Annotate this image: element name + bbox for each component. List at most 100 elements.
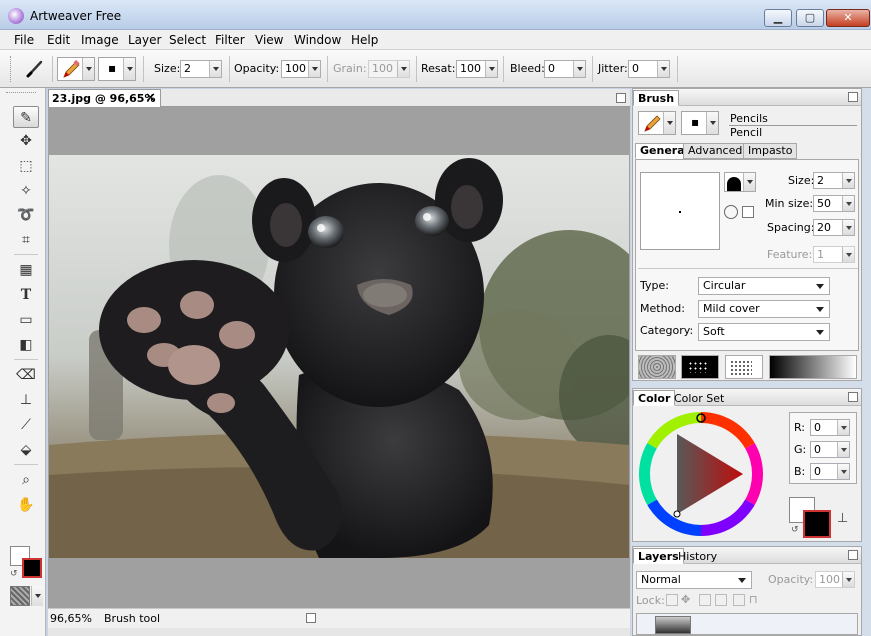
category-dropdown[interactable]: Soft: [698, 323, 830, 341]
resat-value: 100: [460, 62, 481, 75]
clone-stamp-tool[interactable]: ⊥: [13, 389, 39, 411]
document-tab[interactable]: 23.jpg @ 96,65% ✕: [48, 89, 161, 107]
color-picker-stamp-icon[interactable]: ⊥: [837, 511, 848, 526]
dab-pattern-picker[interactable]: [725, 355, 763, 379]
chevron-down-icon[interactable]: [209, 61, 221, 77]
menu-layer[interactable]: Layer: [128, 33, 161, 47]
chevron-down-icon[interactable]: [308, 61, 320, 77]
chevron-down-icon[interactable]: [485, 61, 497, 77]
canvas-image[interactable]: [49, 155, 659, 558]
close-document-icon[interactable]: ✕: [145, 90, 156, 107]
chevron-down-icon[interactable]: [837, 464, 849, 479]
magic-wand-tool[interactable]: ✧: [13, 180, 39, 202]
zoom-level[interactable]: 96,65%: [50, 612, 92, 625]
spacing-field[interactable]: 20: [813, 219, 855, 236]
chevron-down-icon[interactable]: [657, 61, 669, 77]
chevron-down-icon[interactable]: [842, 196, 854, 211]
toolbox-grip[interactable]: [6, 92, 36, 102]
brush-panel-tab[interactable]: Brush: [633, 90, 680, 106]
document-menu-icon[interactable]: [616, 93, 626, 103]
brush-category-picker[interactable]: [638, 111, 676, 135]
size-field[interactable]: 2: [180, 60, 222, 78]
blend-mode-dropdown[interactable]: Normal: [636, 571, 752, 589]
close-button[interactable]: ✕: [826, 9, 870, 27]
crop-tool[interactable]: ⌗: [13, 229, 39, 251]
eraser-tool[interactable]: ⌫: [13, 364, 39, 386]
tab-history[interactable]: History: [673, 548, 722, 564]
brush-preset-picker[interactable]: [57, 57, 95, 81]
chevron-down-icon[interactable]: [123, 58, 135, 80]
tab-impasto[interactable]: Impasto: [743, 143, 798, 159]
method-dropdown[interactable]: Mild cover: [698, 300, 830, 318]
tab-color-set[interactable]: Color Set: [669, 390, 729, 406]
chevron-down-icon[interactable]: [837, 442, 849, 457]
type-dropdown[interactable]: Circular: [698, 277, 830, 295]
chevron-down-icon[interactable]: [706, 112, 718, 134]
red-field[interactable]: 0: [810, 419, 850, 436]
green-field[interactable]: 0: [810, 441, 850, 458]
menu-view[interactable]: View: [255, 33, 283, 47]
zoom-tool[interactable]: ⌕: [13, 469, 39, 491]
perspective-tool[interactable]: ▦: [13, 259, 39, 281]
menu-edit[interactable]: Edit: [47, 33, 70, 47]
minimize-button[interactable]: ▁: [764, 9, 792, 27]
panel-primary-color-swatch[interactable]: [803, 510, 831, 538]
opacity-field[interactable]: 100: [281, 60, 321, 78]
resat-field[interactable]: 100: [456, 60, 498, 78]
gradient-tool[interactable]: ◧: [13, 334, 39, 356]
grain-pattern-picker[interactable]: [681, 355, 719, 379]
tab-advanced[interactable]: Advanced: [683, 143, 748, 159]
blue-field[interactable]: 0: [810, 463, 850, 480]
rectangle-select-tool[interactable]: ⬚: [13, 155, 39, 177]
toolbar-grip[interactable]: [10, 56, 13, 82]
brush-size-field[interactable]: 2: [813, 172, 855, 189]
chevron-down-icon[interactable]: [743, 173, 755, 191]
brush-variant-picker[interactable]: ▪: [681, 111, 719, 135]
menu-window[interactable]: Window: [294, 33, 341, 47]
spacing-checkbox[interactable]: [742, 206, 754, 218]
paper-texture-swatch[interactable]: [10, 586, 30, 606]
menu-help[interactable]: Help: [351, 33, 378, 47]
jitter-field[interactable]: 0: [628, 60, 670, 78]
eyedropper-tool[interactable]: ⟋: [13, 414, 39, 436]
lock-position-checkbox[interactable]: [699, 594, 711, 606]
menu-select[interactable]: Select: [169, 33, 206, 47]
layers-panel-menu-icon[interactable]: [848, 550, 858, 560]
color-wheel[interactable]: [637, 409, 765, 539]
brush-panel-menu-icon[interactable]: [848, 92, 858, 102]
brush-tool[interactable]: ✎: [13, 106, 39, 128]
brush-tip-picker[interactable]: ▪: [98, 57, 136, 81]
shape-tool[interactable]: ▭: [13, 309, 39, 331]
menu-file[interactable]: File: [14, 33, 34, 47]
horizontal-scrollbar[interactable]: [48, 628, 630, 636]
min-size-field[interactable]: 50: [813, 195, 855, 212]
panel-swap-colors-icon[interactable]: ↺: [791, 525, 799, 535]
swap-colors-icon[interactable]: ↺: [10, 569, 18, 579]
status-menu-icon[interactable]: [306, 613, 316, 623]
bleed-field[interactable]: 0: [544, 60, 586, 78]
text-tool[interactable]: T: [13, 284, 39, 306]
color-panel-menu-icon[interactable]: [848, 392, 858, 402]
menu-filter[interactable]: Filter: [215, 33, 245, 47]
primary-color-swatch[interactable]: [22, 558, 42, 578]
chevron-down-icon[interactable]: [842, 220, 854, 235]
gradient-picker[interactable]: [769, 355, 857, 379]
chevron-down-icon[interactable]: [837, 420, 849, 435]
lock-transparency-checkbox[interactable]: [666, 594, 678, 606]
maximize-button[interactable]: ▢: [796, 9, 824, 27]
hand-tool[interactable]: ✋: [13, 494, 39, 516]
chevron-down-icon[interactable]: [31, 586, 43, 606]
layer-row[interactable]: [636, 613, 858, 635]
chevron-down-icon[interactable]: [82, 58, 94, 80]
chevron-down-icon[interactable]: [663, 112, 675, 134]
brush-shape-picker[interactable]: [724, 172, 756, 192]
lasso-tool[interactable]: ➰: [13, 204, 39, 226]
chevron-down-icon[interactable]: [573, 61, 585, 77]
lock-pixels-checkbox[interactable]: [715, 594, 727, 606]
move-tool[interactable]: ✥: [13, 130, 39, 152]
menu-image[interactable]: Image: [81, 33, 119, 47]
chevron-down-icon[interactable]: [842, 173, 854, 188]
paper-texture-picker[interactable]: [638, 355, 676, 379]
paint-bucket-tool[interactable]: ⬙: [13, 439, 39, 461]
lock-all-checkbox[interactable]: [733, 594, 745, 606]
